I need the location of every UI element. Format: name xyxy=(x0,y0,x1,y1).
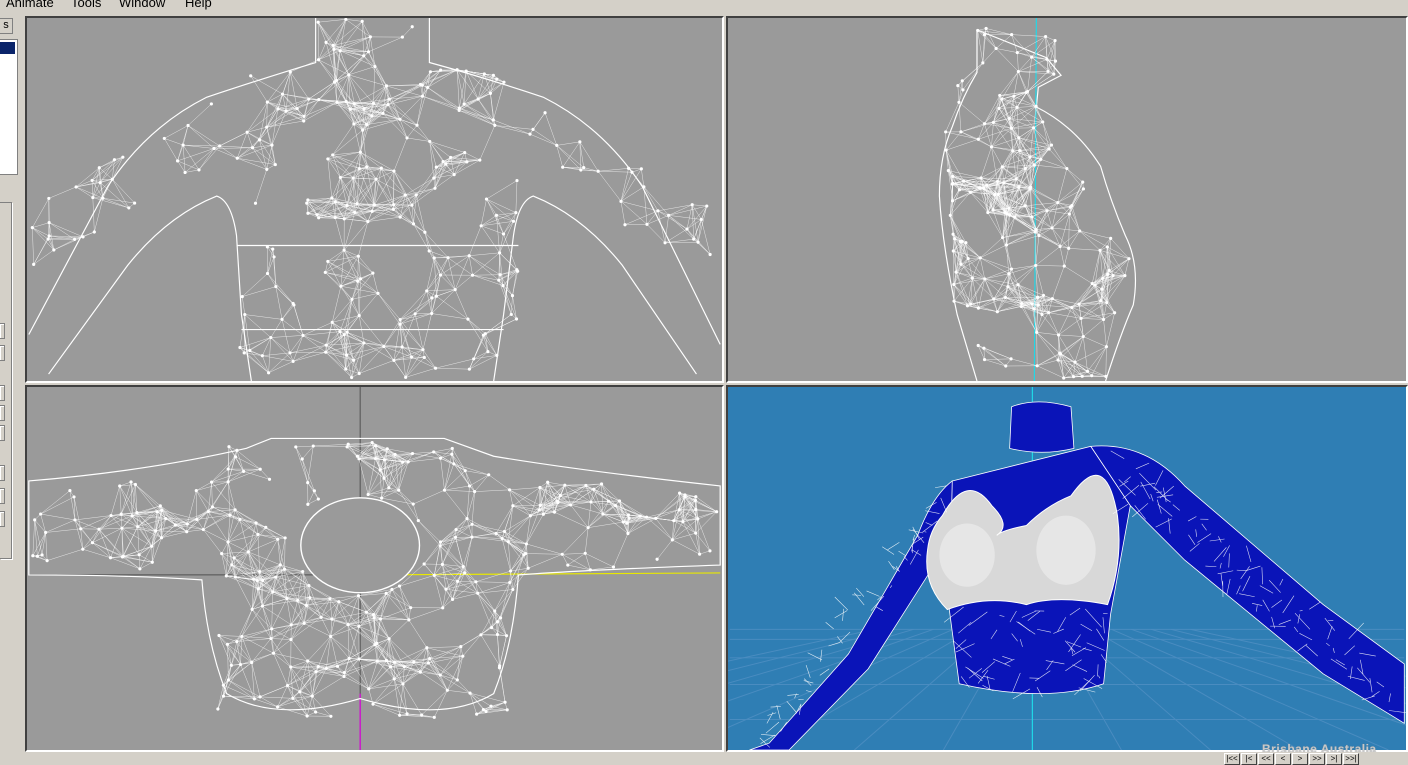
tool-button[interactable] xyxy=(0,323,5,339)
fast-forward-button[interactable]: >> xyxy=(1309,753,1325,765)
rewind-button[interactable]: << xyxy=(1258,753,1274,765)
left-tool-panel: s xyxy=(0,14,24,754)
tool-button[interactable] xyxy=(0,488,5,504)
menu-window[interactable]: Window xyxy=(119,0,165,11)
tool-button[interactable] xyxy=(0,465,5,481)
front-viewport[interactable] xyxy=(25,16,724,383)
panel-tab[interactable]: s xyxy=(0,18,13,34)
perspective-viewport[interactable] xyxy=(726,385,1408,752)
shaded-3d-model xyxy=(728,387,1406,750)
next-frame-button[interactable]: > xyxy=(1292,753,1308,765)
wireframe-mesh xyxy=(30,18,712,380)
tool-button[interactable] xyxy=(0,425,5,441)
tool-groupbox xyxy=(0,202,12,559)
menu-help[interactable]: Help xyxy=(185,0,212,11)
first-frame-button[interactable]: |<< xyxy=(1224,753,1240,765)
prev-frame-button[interactable]: < xyxy=(1275,753,1291,765)
object-list[interactable] xyxy=(0,39,18,175)
menu-tools[interactable]: Tools xyxy=(71,0,101,11)
prev-key-button[interactable]: |< xyxy=(1241,753,1257,765)
next-key-button[interactable]: >| xyxy=(1326,753,1342,765)
tool-button[interactable] xyxy=(0,511,5,527)
side-view-wireframe xyxy=(938,18,1137,381)
menu-bar: Animate Tools Window Help xyxy=(0,0,1408,14)
tool-button[interactable] xyxy=(0,345,5,361)
last-frame-button[interactable]: >>| xyxy=(1343,753,1359,765)
tool-button[interactable] xyxy=(0,405,5,421)
menu-animate[interactable]: Animate xyxy=(6,0,54,11)
top-view-wireframe xyxy=(28,387,721,750)
status-bar xyxy=(0,752,1408,765)
top-viewport[interactable] xyxy=(25,385,724,752)
front-view-wireframe xyxy=(28,18,721,381)
side-viewport[interactable] xyxy=(726,16,1408,383)
selected-list-item[interactable] xyxy=(0,42,15,54)
tool-button[interactable] xyxy=(0,385,5,401)
